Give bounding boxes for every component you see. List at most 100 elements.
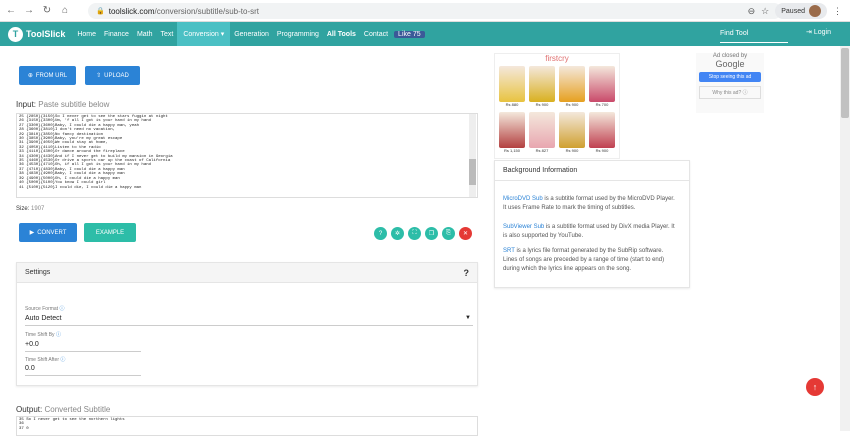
find-tool-input[interactable]: Find Tool	[720, 24, 788, 43]
ad-brand: firstcry	[545, 54, 569, 63]
example-button[interactable]: EXAMPLE	[84, 223, 136, 242]
time-shift-by-label-text: Time Shift By	[25, 332, 55, 338]
forward-arrow-icon[interactable]: →	[22, 4, 36, 18]
menu-item-finance[interactable]: Finance	[100, 31, 133, 38]
product-price: Rs 827	[535, 148, 549, 153]
ad-product[interactable]: Rs 900	[527, 66, 557, 112]
ad-product[interactable]: Rs 1,150	[497, 112, 527, 158]
page-scroll-thumb[interactable]	[841, 48, 849, 118]
output-label: Output: Converted Subtitle	[16, 405, 110, 414]
product-image	[499, 66, 525, 102]
input-label-hint: Paste subtitle below	[38, 100, 110, 109]
subviewer-link[interactable]: SubViewer Sub	[503, 224, 544, 230]
source-format-label: Source Format ⓘ	[25, 305, 64, 312]
menu-item-text[interactable]: Text	[157, 31, 178, 38]
reload-icon[interactable]: ↻	[40, 4, 54, 18]
upload-button[interactable]: ⇧ UPLOAD	[85, 66, 140, 85]
output-textarea[interactable]: 35 So I never get to see the northern li…	[16, 416, 478, 436]
ad-product[interactable]: Rs 900	[557, 66, 587, 112]
globe-icon: ⊕	[27, 73, 33, 79]
why-this-ad-button[interactable]: Why this ad? ⓘ	[699, 86, 761, 99]
info-srt: SRT is a lyrics file format generated by…	[503, 247, 678, 274]
copy-icon[interactable]: ❐	[425, 227, 438, 240]
settings-help-icon[interactable]: ?	[464, 268, 470, 278]
input-scroll-thumb[interactable]	[469, 159, 476, 185]
avatar	[809, 5, 821, 17]
output-label-hint: Converted Subtitle	[44, 405, 111, 414]
dropdown-caret-icon[interactable]: ▼	[465, 315, 471, 321]
menu-item-math[interactable]: Math	[133, 31, 157, 38]
help-icon[interactable]: ?	[374, 227, 387, 240]
product-price: Rs 880	[505, 102, 519, 107]
time-shift-after-label-text: Time Shift After	[25, 357, 59, 363]
product-image	[559, 66, 585, 102]
convert-label: CONVERT	[37, 229, 67, 236]
ad-product[interactable]: Rs 880	[497, 66, 527, 112]
srt-text: is a lyrics file format generated by the…	[503, 248, 665, 272]
menu-item-conversion[interactable]: Conversion ▾	[177, 22, 231, 46]
background-info-title: Background Information	[503, 167, 578, 174]
ad-product[interactable]: Rs 900	[587, 112, 617, 158]
info-icon: ⓘ	[55, 332, 61, 338]
source-format-select[interactable]: Auto Detect	[25, 315, 62, 322]
star-icon[interactable]: ☆	[761, 6, 769, 17]
ad-product-grid: Rs 880 Rs 900 Rs 900 Rs 700 Rs 1,150 Rs 827 Rs…	[495, 66, 619, 158]
menu-item-home[interactable]: Home	[73, 31, 100, 38]
home-icon[interactable]: ⌂	[58, 4, 72, 18]
text-line: 41 {5100}{5120}I could die, I could die …	[19, 185, 142, 190]
input-scrollbar[interactable]	[469, 114, 476, 197]
toolslick-logo-icon: T	[8, 26, 23, 42]
login-label: Login	[813, 29, 831, 36]
menu-item-generation[interactable]: Generation	[230, 31, 273, 38]
example-label: EXAMPLE	[95, 229, 125, 236]
upload-icon: ⇧	[96, 73, 102, 79]
zoom-icon[interactable]: ⊖	[748, 6, 756, 17]
login-icon: ⇥	[806, 29, 812, 36]
site-logo[interactable]: T ToolSlick	[8, 26, 66, 42]
back-arrow-icon[interactable]: ←	[4, 4, 18, 18]
convert-button[interactable]: ▶ CONVERT	[19, 223, 77, 242]
ad-product[interactable]: Rs 827	[527, 112, 557, 158]
menu-item-all-tools[interactable]: All Tools	[323, 31, 360, 38]
input-textarea[interactable]: 25 {2850}{3150}So I never get to see the…	[16, 113, 478, 198]
product-image	[499, 112, 525, 148]
ad-banner-firstcry[interactable]: firstcry Rs 880 Rs 900 Rs 900 Rs 700 Rs 1,15…	[494, 53, 620, 159]
menu-item-programming[interactable]: Programming	[273, 31, 323, 38]
input-label-prefix: Input:	[16, 100, 37, 109]
facebook-like-button[interactable]: Like 75	[394, 30, 425, 38]
login-link[interactable]: ⇥ Login	[806, 28, 831, 36]
scroll-to-top-button[interactable]: ↑	[806, 378, 824, 396]
logo-text: ToolSlick	[26, 29, 66, 39]
settings-gear-icon[interactable]: ✲	[391, 227, 404, 240]
product-image	[559, 112, 585, 148]
time-shift-after-underline	[25, 375, 141, 376]
page-scrollbar[interactable]	[840, 46, 850, 431]
background-info-panel: Background Information MicroDVD Sub is a…	[494, 160, 690, 288]
profile-button[interactable]: Paused	[775, 3, 827, 19]
time-shift-after-input[interactable]: 0.0	[25, 365, 35, 372]
microdvd-link[interactable]: MicroDVD Sub	[503, 196, 543, 202]
product-image	[589, 112, 615, 148]
from-url-button[interactable]: ⊕ FROM URL	[19, 66, 76, 85]
google-logo: Google	[715, 59, 745, 69]
info-microdvd: MicroDVD Sub is a subtitle format used b…	[503, 195, 678, 213]
srt-link[interactable]: SRT	[503, 248, 515, 254]
menu-dots-icon[interactable]: ⋮	[833, 6, 842, 17]
source-format-label-text: Source Format	[25, 306, 59, 312]
ad-product[interactable]: Rs 700	[587, 66, 617, 112]
ad-product[interactable]: Rs 900	[557, 112, 587, 158]
download-icon[interactable]: ⎘	[442, 227, 455, 240]
settings-header: Settings ?	[17, 263, 477, 283]
product-price: Rs 700	[595, 102, 609, 107]
from-url-label: FROM URL	[35, 72, 68, 79]
browser-toolbar: ← → ↻ ⌂ 🔒 toolslick.com /conversion/subt…	[0, 0, 850, 22]
time-shift-by-input[interactable]: +0.0	[25, 341, 39, 348]
menu-item-contact[interactable]: Contact	[360, 31, 392, 38]
stop-seeing-ad-button[interactable]: Stop seeing this ad	[699, 72, 761, 82]
delete-icon[interactable]: ✕	[459, 227, 472, 240]
product-image	[589, 66, 615, 102]
product-price: Rs 900	[595, 148, 609, 153]
address-bar[interactable]: 🔒 toolslick.com /conversion/subtitle/sub…	[88, 3, 782, 19]
fullscreen-icon[interactable]: ⛶	[408, 227, 421, 240]
size-value: 1907	[31, 206, 45, 212]
